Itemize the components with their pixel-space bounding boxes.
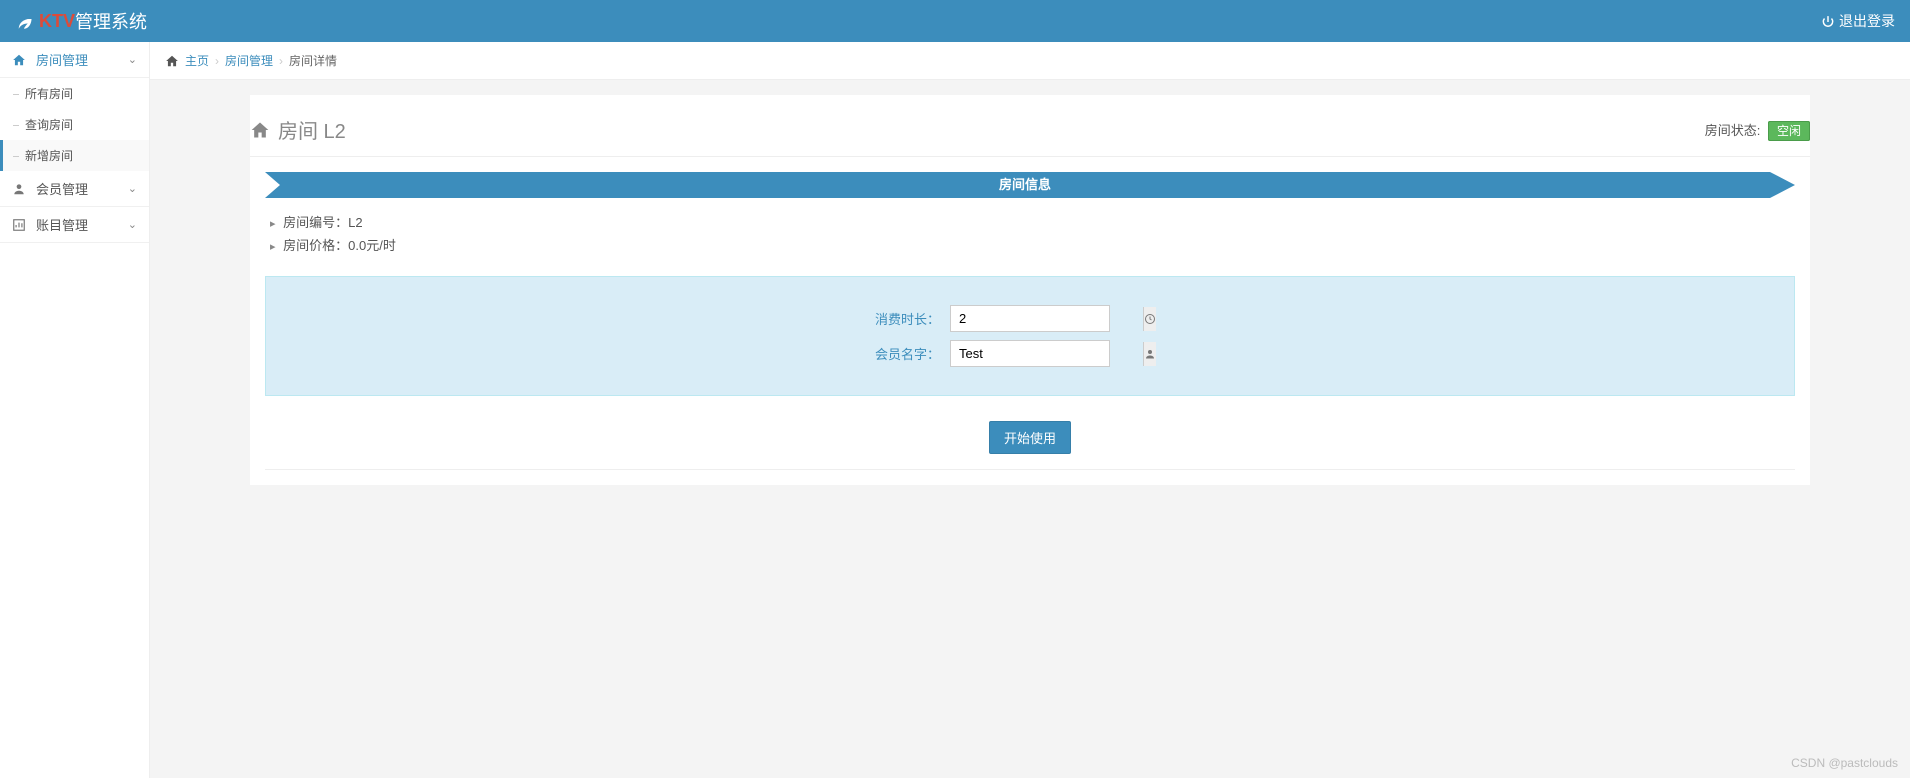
brand-ktv: KTV bbox=[39, 11, 75, 32]
breadcrumb-home[interactable]: 主页 bbox=[185, 52, 209, 69]
status-label: 房间状态: bbox=[1705, 123, 1761, 138]
nav-room-management[interactable]: 房间管理 ⌄ bbox=[0, 42, 149, 78]
watermark: CSDN @pastclouds bbox=[1791, 756, 1898, 770]
power-icon bbox=[1821, 13, 1835, 29]
page-title: 房间 L2 bbox=[250, 115, 346, 144]
home-icon bbox=[12, 52, 28, 68]
form-panel: 消费时长： 会员名字： bbox=[265, 276, 1795, 396]
chevron-down-icon: ⌄ bbox=[128, 53, 137, 66]
duration-input[interactable] bbox=[951, 306, 1143, 331]
logo: KTV 管理系统 bbox=[15, 8, 147, 34]
nav-member-management[interactable]: 会员管理 ⌄ bbox=[0, 171, 149, 207]
user-icon bbox=[12, 181, 28, 197]
sidebar-item-query-room[interactable]: 查询房间 bbox=[0, 109, 149, 140]
clock-icon bbox=[1143, 307, 1156, 331]
nav-label: 账目管理 bbox=[36, 215, 88, 234]
duration-label: 消费时长： bbox=[690, 309, 950, 328]
status-badge: 空闲 bbox=[1768, 121, 1810, 141]
duration-input-group bbox=[950, 305, 1110, 332]
room-status: 房间状态: 空闲 bbox=[1705, 120, 1810, 139]
room-info: 房间编号：L2 房间价格：0.0元/时 bbox=[250, 210, 1810, 266]
content-panel: 房间 L2 房间状态: 空闲 房间信息 房间编号：L2 房间价格：0.0元/时 bbox=[250, 95, 1810, 485]
breadcrumb: 主页 › 房间管理 › 房间详情 bbox=[150, 42, 1910, 80]
start-button[interactable]: 开始使用 bbox=[989, 421, 1071, 454]
sidebar-item-new-room[interactable]: 新增房间 bbox=[0, 140, 149, 171]
chevron-down-icon: ⌄ bbox=[128, 182, 137, 195]
nav-account-management[interactable]: 账目管理 ⌄ bbox=[0, 207, 149, 243]
breadcrumb-sep: › bbox=[279, 54, 283, 68]
member-input[interactable] bbox=[951, 341, 1143, 366]
breadcrumb-sep: › bbox=[215, 54, 219, 68]
chart-icon bbox=[12, 217, 28, 233]
logout-label: 退出登录 bbox=[1839, 11, 1895, 31]
home-icon bbox=[165, 53, 179, 68]
info-room-no: 房间编号：L2 bbox=[270, 210, 1790, 233]
top-header: KTV 管理系统 退出登录 bbox=[0, 0, 1910, 42]
section-title: 房间信息 bbox=[280, 172, 1770, 198]
home-icon bbox=[250, 118, 270, 141]
nav-label: 房间管理 bbox=[36, 50, 88, 69]
user-icon bbox=[1143, 342, 1156, 366]
breadcrumb-current: 房间详情 bbox=[289, 52, 337, 69]
sidebar-item-all-rooms[interactable]: 所有房间 bbox=[0, 78, 149, 109]
nav-label: 会员管理 bbox=[36, 179, 88, 198]
chevron-down-icon: ⌄ bbox=[128, 218, 137, 231]
section-header: 房间信息 bbox=[265, 172, 1795, 198]
leaf-icon bbox=[15, 11, 33, 32]
info-room-price: 房间价格：0.0元/时 bbox=[270, 233, 1790, 256]
brand-text: 管理系统 bbox=[75, 8, 147, 34]
breadcrumb-room[interactable]: 房间管理 bbox=[225, 52, 273, 69]
main-content: 主页 › 房间管理 › 房间详情 房间 L2 房间状态: 空闲 房间 bbox=[150, 42, 1910, 778]
member-input-group bbox=[950, 340, 1110, 367]
logout-button[interactable]: 退出登录 bbox=[1821, 11, 1895, 31]
member-label: 会员名字： bbox=[690, 344, 950, 363]
sidebar: 房间管理 ⌄ 所有房间 查询房间 新增房间 会员管理 ⌄ 账目管理 ⌄ bbox=[0, 42, 150, 778]
